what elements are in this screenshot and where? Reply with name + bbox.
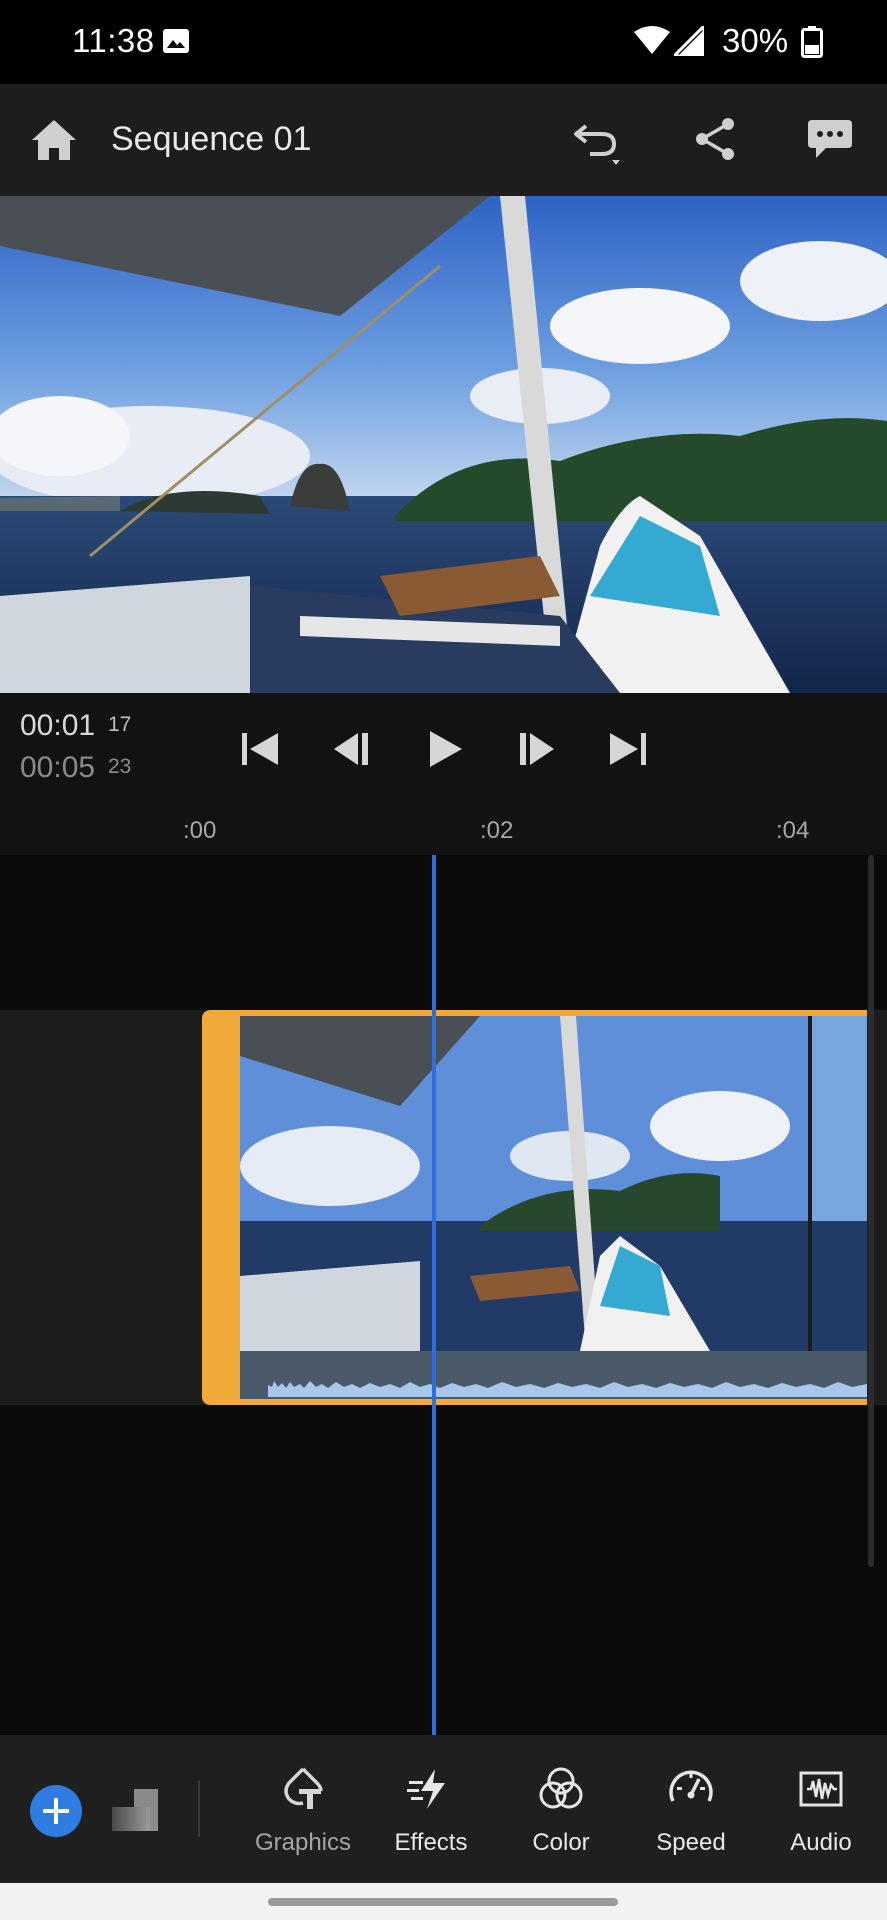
ruler-label: :00: [183, 817, 217, 844]
skip-to-end-icon: [610, 733, 646, 765]
undo-icon[interactable]: [572, 116, 624, 166]
graphics-label: Graphics: [254, 1829, 352, 1856]
go-to-end-button[interactable]: [606, 727, 650, 771]
add-media-button[interactable]: [30, 1785, 82, 1837]
navigation-bar: [0, 1883, 887, 1920]
transport-bar: 00:01 17 00:05 23: [0, 693, 887, 803]
ruler-label: :02: [480, 817, 514, 844]
speed-label: Speed: [656, 1829, 726, 1856]
playhead[interactable]: [432, 855, 436, 1735]
step-back-icon: [334, 733, 368, 765]
status-time: 11:38: [72, 22, 155, 59]
comments-icon[interactable]: [806, 116, 854, 162]
graphics-icon: [284, 1767, 323, 1809]
video-clip-selected[interactable]: [202, 1010, 867, 1405]
speed-tool[interactable]: Speed: [636, 1765, 746, 1875]
home-icon[interactable]: [30, 118, 78, 162]
home-gesture-handle[interactable]: [268, 1898, 618, 1906]
current-timecode: 00:01: [20, 709, 96, 742]
signal-icon: [674, 26, 704, 56]
color-label: Color: [532, 1829, 590, 1856]
effects-label: Effects: [394, 1829, 468, 1856]
audio-icon: [799, 1771, 843, 1807]
step-forward-icon: [520, 733, 554, 765]
ruler-label: :04: [776, 817, 810, 844]
app-bar: Sequence 01: [0, 84, 887, 196]
speed-icon: [669, 1770, 713, 1802]
preview-frame-image: [0, 196, 887, 693]
effects-tool[interactable]: Effects: [376, 1765, 486, 1875]
current-frames: 17: [108, 713, 132, 736]
bottom-toolbar: Graphics Effects Color Speed Audio: [0, 1735, 887, 1883]
go-to-start-button[interactable]: [238, 727, 282, 771]
video-preview[interactable]: [0, 196, 887, 693]
step-back-button[interactable]: [330, 727, 374, 771]
skip-to-start-icon: [242, 733, 278, 765]
clip-audio-waveform: [240, 1351, 867, 1399]
layers-icon[interactable]: [110, 1785, 162, 1835]
duration-timecode: 00:05: [20, 751, 96, 784]
effects-icon: [407, 1769, 445, 1809]
image-notification-icon: [163, 29, 189, 53]
clip-thumbnails: [240, 1016, 867, 1351]
color-tool[interactable]: Color: [506, 1765, 616, 1875]
play-button[interactable]: [422, 727, 466, 771]
toolbar-divider: [198, 1781, 200, 1837]
status-bar: 11:38 30%: [0, 0, 887, 84]
battery-icon: [801, 26, 823, 58]
graphics-tool[interactable]: Graphics: [248, 1765, 358, 1875]
play-icon: [430, 731, 462, 767]
wifi-icon: [634, 26, 670, 54]
battery-percent: 30%: [722, 22, 789, 59]
duration-frames: 23: [108, 755, 132, 778]
share-icon[interactable]: [692, 116, 738, 162]
timeline-area[interactable]: [0, 855, 887, 1735]
color-icon: [539, 1767, 583, 1809]
sequence-title[interactable]: Sequence 01: [111, 120, 311, 159]
timeline-ruler[interactable]: :00 :02 :04: [0, 803, 887, 855]
step-forward-button[interactable]: [514, 727, 558, 771]
audio-label: Audio: [790, 1829, 852, 1856]
timeline-scrollbar[interactable]: [868, 855, 874, 1567]
audio-tool[interactable]: Audio: [766, 1765, 876, 1875]
